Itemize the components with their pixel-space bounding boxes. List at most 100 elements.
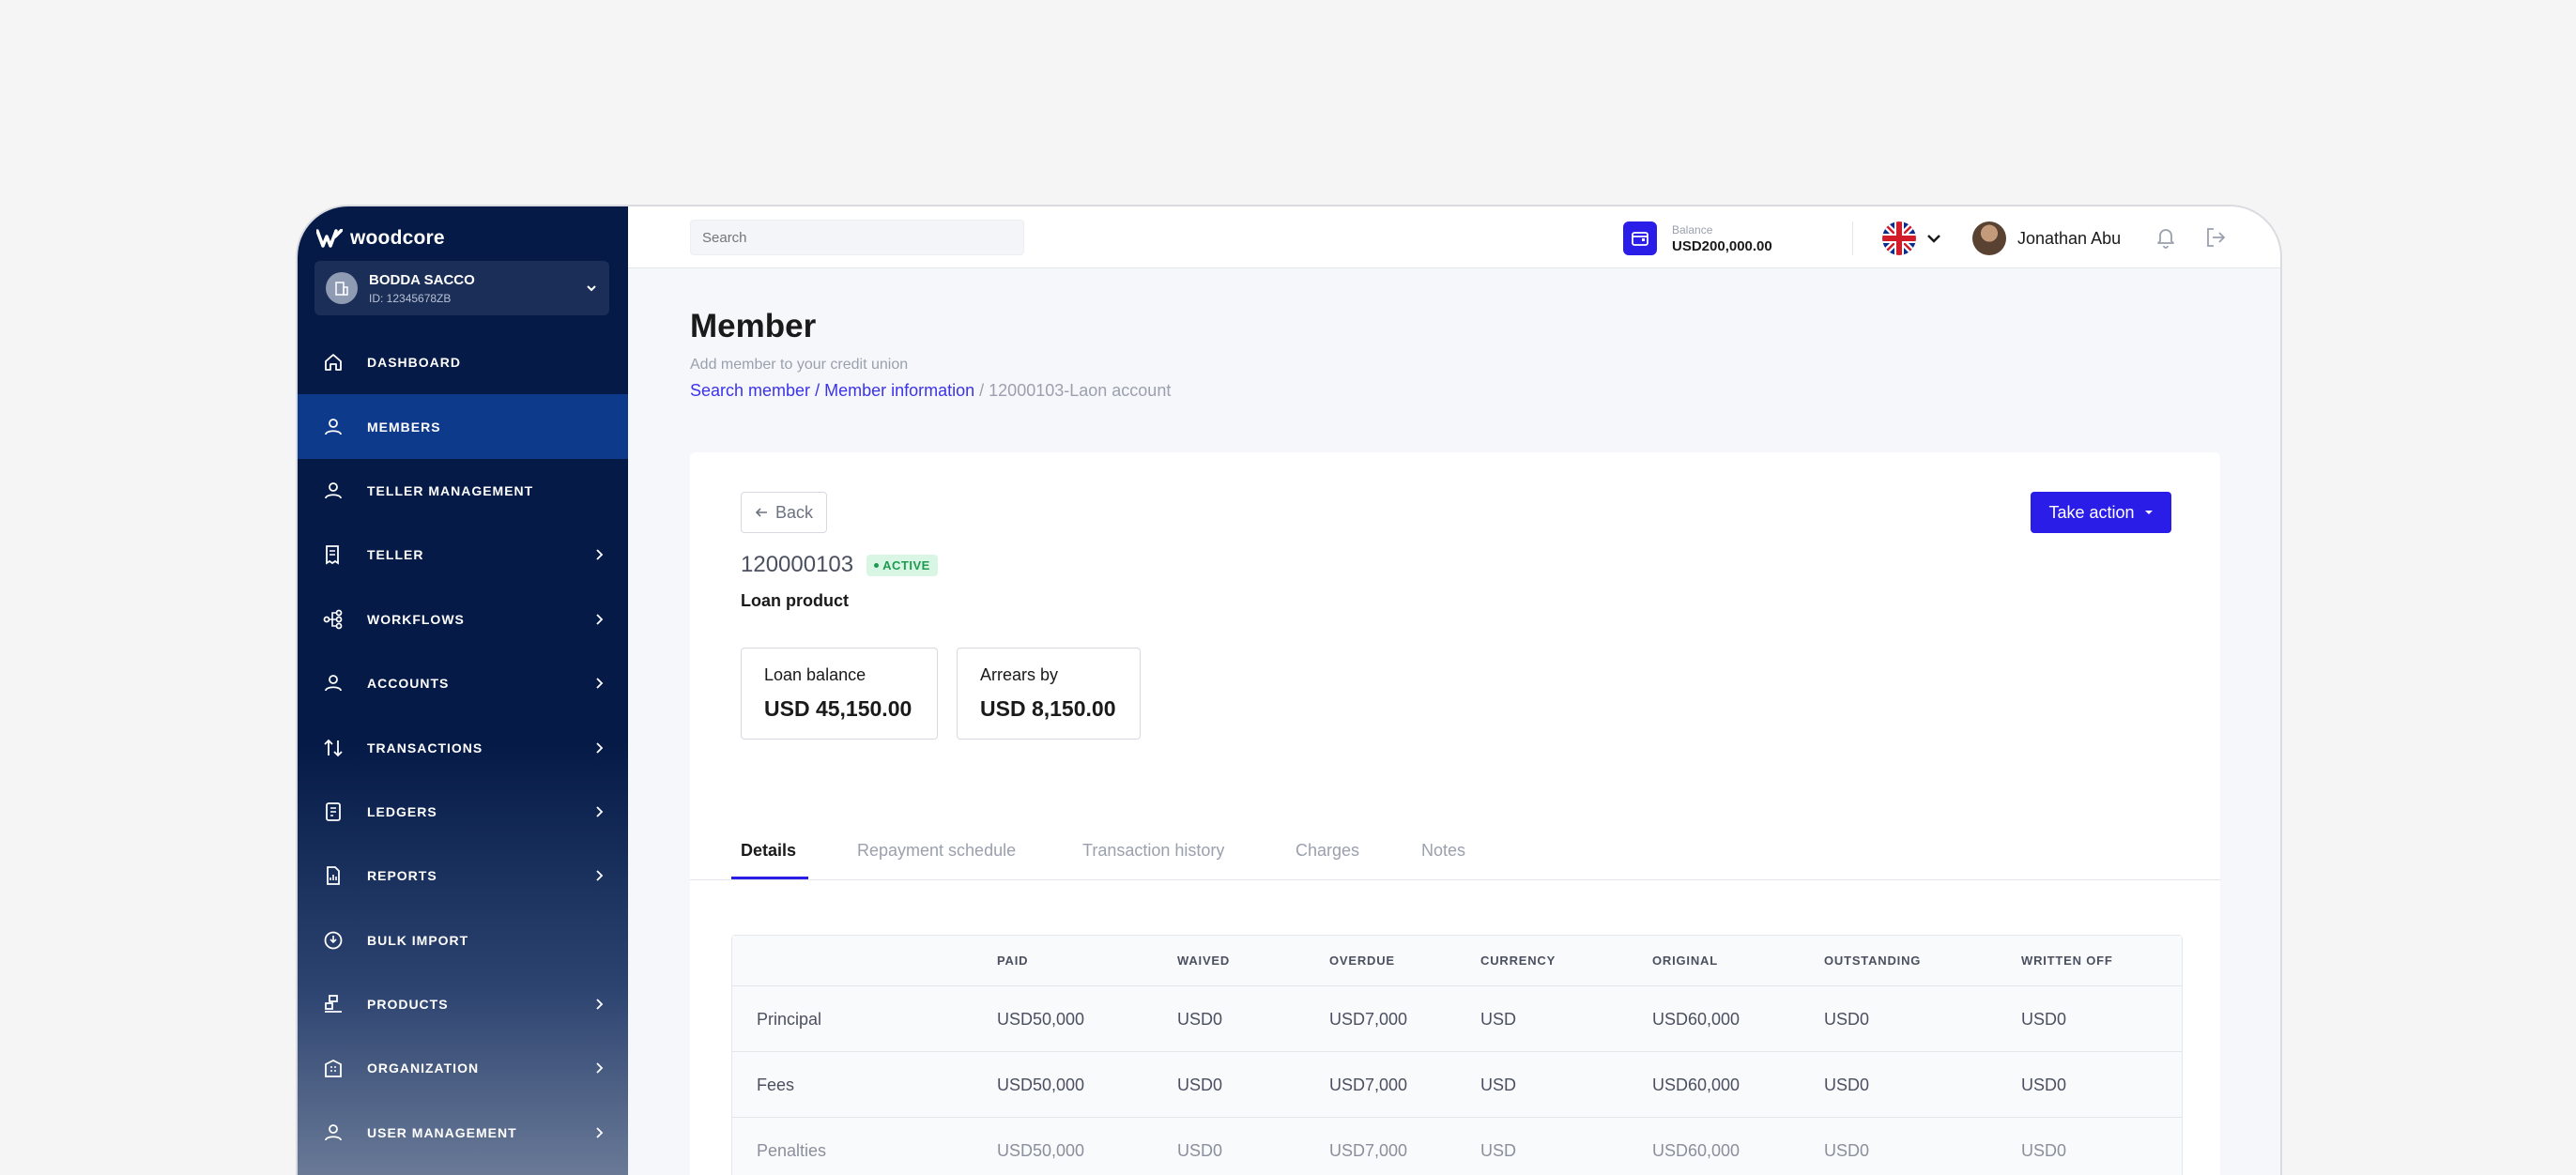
arrows-updown-icon xyxy=(322,737,345,759)
chevron-right-icon xyxy=(596,549,604,560)
table-header: PAID WAIVED OVERDUE CURRENCY ORIGINAL OU… xyxy=(732,936,2182,986)
bell-icon[interactable] xyxy=(2154,225,2177,250)
table-cell: USD7,000 xyxy=(1329,1141,1408,1160)
table-cell: USD0 xyxy=(1824,1010,1870,1029)
chevron-right-icon xyxy=(596,614,604,625)
app-window: woodcore BODDA SACCO ID: 12345678ZB DASH… xyxy=(296,205,2282,1175)
chevron-right-icon xyxy=(596,741,604,754)
home-icon xyxy=(322,351,345,374)
table-cell: USD xyxy=(1480,1076,1517,1094)
table-cell: USD7,000 xyxy=(1329,1010,1408,1029)
loan-balance-card: Loan balance USD 45,150.00 xyxy=(741,648,938,740)
table-cell: USD0 xyxy=(1177,1076,1223,1094)
sidebar-item-ledgers[interactable]: LEDGERS xyxy=(298,780,628,844)
table-cell: USD50,000 xyxy=(997,1010,1085,1029)
import-icon xyxy=(322,929,345,952)
balance-label: Balance xyxy=(1672,222,1713,237)
organization-selector[interactable]: BODDA SACCO ID: 12345678ZB xyxy=(314,261,609,315)
logout-icon[interactable] xyxy=(2203,225,2228,250)
sidebar-item-teller-management[interactable]: TELLER MANAGEMENT xyxy=(298,459,628,523)
sidebar-item-label: LEDGERS xyxy=(367,803,437,819)
tab-details[interactable]: Details xyxy=(741,841,796,861)
table-cell: USD xyxy=(1480,1141,1517,1160)
user-menu[interactable]: Jonathan Abu xyxy=(1972,221,2121,255)
organization-name: BODDA SACCO xyxy=(369,271,475,288)
table-cell: Fees xyxy=(757,1076,795,1094)
chevron-right-icon xyxy=(596,806,604,817)
sidebar: woodcore BODDA SACCO ID: 12345678ZB DASH… xyxy=(298,206,628,1175)
table-cell: USD0 xyxy=(1824,1141,1870,1160)
take-action-button[interactable]: Take action xyxy=(2031,492,2171,533)
sidebar-item-workflows[interactable]: WORKFLOWS xyxy=(298,588,628,651)
tab-bar: Details Repayment schedule Transaction h… xyxy=(690,828,2220,880)
user-icon xyxy=(322,672,345,694)
uk-flag-icon xyxy=(1882,221,1916,255)
sidebar-item-bulk-import[interactable]: BULK IMPORT xyxy=(298,908,628,972)
table-cell: Principal xyxy=(757,1010,822,1029)
table-cell: USD0 xyxy=(1177,1010,1223,1029)
loan-details-table: PAID WAIVED OVERDUE CURRENCY ORIGINAL OU… xyxy=(731,935,2183,1175)
page-title: Member xyxy=(690,308,817,344)
search-input[interactable] xyxy=(690,220,1024,255)
table-cell: USD0 xyxy=(1177,1141,1223,1160)
sidebar-item-label: REPORTS xyxy=(367,868,437,884)
breadcrumb: Search member / Member information / 120… xyxy=(690,381,1171,401)
table-cell: Penalties xyxy=(757,1141,827,1160)
top-bar: Balance USD200,000.00 Jonathan Abu xyxy=(628,206,2280,268)
sidebar-item-label: MEMBERS xyxy=(367,419,441,435)
column-header-outstanding: OUTSTANDING xyxy=(1824,954,1922,968)
chevron-right-icon xyxy=(596,870,604,881)
back-label: Back xyxy=(774,502,814,522)
tab-repayment-schedule[interactable]: Repayment schedule xyxy=(857,841,1016,861)
column-header-currency: CURRENCY xyxy=(1480,954,1556,968)
account-card: Back Take action 120000103 ACTIVE Loan p… xyxy=(690,452,2220,1175)
ledger-icon xyxy=(322,801,345,823)
column-header-overdue: OVERDUE xyxy=(1329,954,1395,968)
breadcrumb-member-information[interactable]: / Member information xyxy=(815,381,974,400)
chevron-right-icon xyxy=(596,999,604,1010)
organization-id: ID: 12345678ZB xyxy=(369,291,452,305)
sidebar-item-user-management[interactable]: USER MANAGEMENT xyxy=(298,1101,628,1165)
table-row: Principal USD50,000 USD0 USD7,000 USD US… xyxy=(732,986,2182,1052)
status-text: ACTIVE xyxy=(882,557,930,572)
caret-down-icon xyxy=(2144,511,2153,514)
table-cell: USD50,000 xyxy=(997,1076,1085,1094)
sidebar-item-products[interactable]: PRODUCTS xyxy=(298,972,628,1036)
tab-notes[interactable]: Notes xyxy=(1421,841,1465,861)
report-icon xyxy=(322,864,345,887)
tab-transaction-history[interactable]: Transaction history xyxy=(1082,841,1224,861)
user-icon xyxy=(322,416,345,438)
arrears-card: Arrears by USD 8,150.00 xyxy=(957,648,1141,740)
sidebar-item-teller[interactable]: TELLER xyxy=(298,523,628,587)
tab-charges[interactable]: Charges xyxy=(1296,841,1359,861)
status-dot-icon xyxy=(874,562,880,568)
column-header-paid: PAID xyxy=(997,954,1029,968)
table-cell: USD0 xyxy=(2021,1010,2067,1029)
sidebar-item-label: ACCOUNTS xyxy=(367,676,450,692)
table-row: Penalties USD50,000 USD0 USD7,000 USD US… xyxy=(732,1118,2182,1175)
table-row: Fees USD50,000 USD0 USD7,000 USD USD60,0… xyxy=(732,1052,2182,1118)
language-selector[interactable] xyxy=(1882,221,1942,255)
arrow-left-icon xyxy=(755,508,767,517)
avatar xyxy=(1972,221,2006,255)
user-icon xyxy=(322,1122,345,1144)
user-icon xyxy=(322,480,345,502)
product-name: Loan product xyxy=(741,591,849,610)
arrears-label: Arrears by xyxy=(980,665,1059,684)
breadcrumb-current: / 12000103-Laon account xyxy=(979,381,1172,400)
back-button[interactable]: Back xyxy=(741,492,827,533)
sidebar-item-label: TRANSACTIONS xyxy=(367,740,483,755)
sidebar-item-transactions[interactable]: TRANSACTIONS xyxy=(298,715,628,779)
sidebar-item-members[interactable]: MEMBERS xyxy=(298,394,628,459)
column-header-written-off: WRITTEN OFF xyxy=(2021,954,2113,968)
building-icon xyxy=(326,272,358,304)
sidebar-item-organization[interactable]: ORGANIZATION xyxy=(298,1036,628,1100)
sidebar-item-dashboard[interactable]: DASHBOARD xyxy=(298,330,628,394)
account-number: 120000103 xyxy=(741,552,854,577)
products-icon xyxy=(322,993,345,1015)
sidebar-item-accounts[interactable]: ACCOUNTS xyxy=(298,651,628,715)
sidebar-item-reports[interactable]: REPORTS xyxy=(298,844,628,908)
breadcrumb-search-member[interactable]: Search member xyxy=(690,381,810,400)
table-cell: USD7,000 xyxy=(1329,1076,1408,1094)
loan-balance-label: Loan balance xyxy=(764,665,866,684)
